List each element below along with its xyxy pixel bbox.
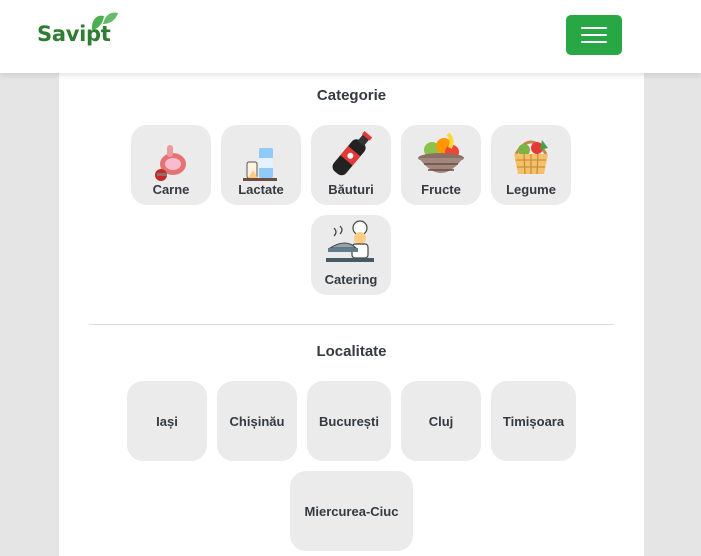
locality-tile-bucuresti[interactable]: București [307, 381, 391, 461]
chef-icon [326, 220, 374, 262]
dairy-icon [243, 148, 277, 181]
locality-tile-iasi[interactable]: Iași [127, 381, 207, 461]
meat-icon [155, 145, 186, 181]
section-divider [89, 324, 614, 325]
locality-tile-miercurea-ciuc[interactable]: Miercurea-Ciuc [290, 471, 413, 551]
locality-label: Cluj [428, 413, 454, 429]
category-label: Lactate [238, 182, 284, 197]
locality-tile-chisinau[interactable]: Chișinău [217, 381, 297, 461]
category-label: Legume [506, 182, 556, 197]
category-label: Carne [152, 182, 190, 197]
locality-label: București [319, 413, 379, 429]
brand-logo[interactable]: Savipt [37, 10, 127, 50]
soda-bottle-icon [332, 131, 373, 176]
filters-card: Categorie Carne Lactate Băuturi Fructe L… [59, 73, 644, 556]
leaf-icon [91, 12, 118, 30]
category-tile-legume[interactable]: Legume [491, 125, 571, 205]
category-label: Fructe [421, 182, 461, 197]
hamburger-icon [581, 27, 607, 43]
locality-label: Miercurea-Ciuc [304, 503, 399, 519]
locality-label: Iași [156, 413, 178, 429]
menu-toggle-button[interactable] [566, 15, 622, 55]
locality-tile-cluj[interactable]: Cluj [401, 381, 481, 461]
locality-label: Timișoara [502, 413, 565, 429]
category-tile-fructe[interactable]: Fructe [401, 125, 481, 205]
category-label: Catering [324, 272, 378, 287]
fruit-basket-icon [418, 132, 464, 173]
category-tile-carne[interactable]: Carne [131, 125, 211, 205]
locality-label: Chișinău [229, 413, 285, 429]
category-label: Băuturi [328, 182, 374, 197]
vegetable-basket-icon [514, 140, 548, 175]
category-tile-catering[interactable]: Catering [311, 215, 391, 295]
category-tile-bauturi[interactable]: Băuturi [311, 125, 391, 205]
locality-tile-timisoara[interactable]: Timișoara [491, 381, 576, 461]
locality-section-title: Localitate [316, 343, 387, 360]
navbar: Savipt [0, 0, 701, 73]
category-tile-lactate[interactable]: Lactate [221, 125, 301, 205]
category-section-title: Categorie [316, 87, 387, 104]
